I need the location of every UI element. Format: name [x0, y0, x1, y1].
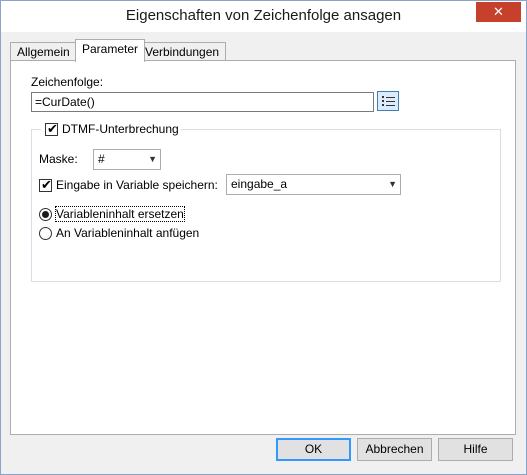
ok-button[interactable]: OK [276, 438, 351, 461]
mask-label: Maske: [39, 152, 78, 166]
expression-editor-button[interactable] [377, 91, 399, 111]
string-input[interactable]: =CurDate() [31, 92, 374, 112]
variable-select[interactable]: eingabe_a ▼ [226, 174, 401, 195]
dtmf-label: DTMF-Unterbrechung [62, 122, 179, 136]
dtmf-checkbox[interactable]: ✔ [45, 121, 58, 136]
store-in-variable-checkbox[interactable]: ✔ [39, 177, 52, 192]
store-in-variable-label: Eingabe in Variable speichern: [56, 178, 218, 192]
check-icon: ✔ [47, 121, 58, 136]
tab-allgemein[interactable]: Allgemein [10, 42, 77, 62]
check-icon: ✔ [41, 177, 52, 192]
variable-value: eingabe_a [231, 177, 288, 191]
mask-value: # [98, 152, 105, 166]
chevron-down-icon: ▼ [148, 154, 157, 164]
tab-panel-parameter: Zeichenfolge: =CurDate() ✔ DTMF-Unterbre… [10, 60, 516, 435]
list-edit-icon [382, 96, 395, 106]
mask-select[interactable]: # ▼ [93, 149, 161, 170]
tab-parameter[interactable]: Parameter [75, 39, 146, 62]
close-button[interactable]: ✕ [476, 2, 521, 22]
help-button[interactable]: Hilfe [438, 438, 513, 461]
radio-selected-dot [42, 211, 49, 218]
radio-replace[interactable] [39, 208, 52, 221]
tab-verbindungen[interactable]: Verbindungen [138, 42, 227, 62]
chevron-down-icon: ▼ [388, 179, 397, 189]
radio-replace-label[interactable]: Variableninhalt ersetzen [55, 206, 185, 222]
string-label: Zeichenfolge: [31, 75, 104, 89]
radio-append-label[interactable]: An Variableninhalt anfügen [56, 226, 199, 240]
window-title: Eigenschaften von Zeichenfolge ansagen [125, 7, 402, 24]
close-icon: ✕ [493, 4, 504, 19]
radio-append[interactable] [39, 227, 52, 240]
dialog-window: Eigenschaften von Zeichenfolge ansagen ✕… [0, 0, 527, 475]
cancel-button[interactable]: Abbrechen [357, 438, 432, 461]
title-bar: Eigenschaften von Zeichenfolge ansagen ✕ [1, 1, 526, 32]
dialog-client: Allgemein Parameter Verbindungen Zeichen… [8, 32, 519, 468]
tab-bar: Allgemein Parameter Verbindungen [8, 39, 519, 62]
